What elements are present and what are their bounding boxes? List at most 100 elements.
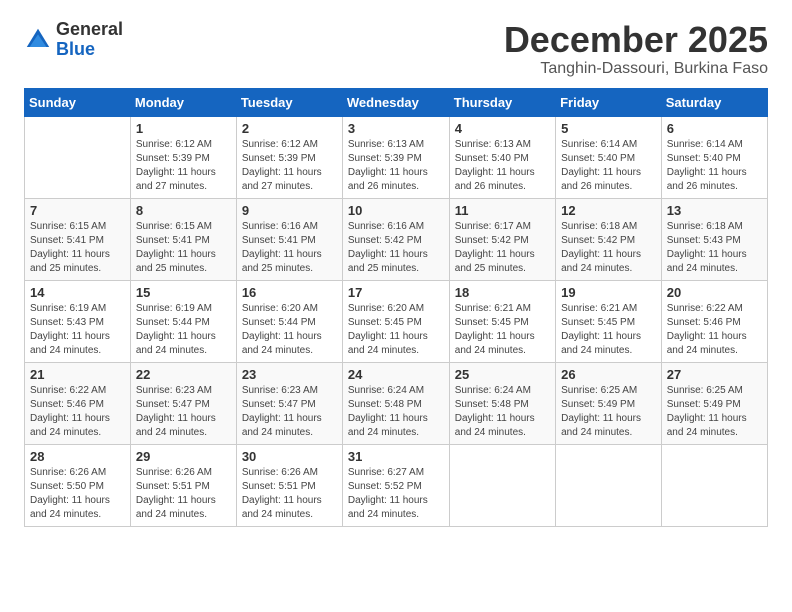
header-day-thursday: Thursday: [449, 88, 555, 116]
calendar-cell: 9Sunrise: 6:16 AM Sunset: 5:41 PM Daylig…: [236, 198, 342, 280]
calendar-week-row: 14 Sunrise: 6:19 AM Sunset: 5:43 PM Dayli…: [25, 280, 768, 362]
month-title: December 2025: [504, 20, 768, 60]
calendar-cell: [556, 444, 662, 526]
calendar-cell: 1 Sunrise: 6:12 AM Sunset: 5:39 PM Daylig…: [130, 116, 236, 198]
calendar-cell: [449, 444, 555, 526]
day-number: 26: [561, 367, 656, 382]
calendar-cell: [25, 116, 131, 198]
header-day-wednesday: Wednesday: [342, 88, 449, 116]
day-info: Sunrise: 6:25 AM Sunset: 5:49 PM Dayligh…: [667, 384, 762, 440]
day-info: Sunrise: 6:20 AM Sunset: 5:44 PM Dayligh…: [242, 302, 337, 358]
day-number: 5: [561, 121, 656, 136]
calendar-cell: 17Sunrise: 6:20 AM Sunset: 5:45 PM Dayli…: [342, 280, 449, 362]
calendar-cell: 14 Sunrise: 6:19 AM Sunset: 5:43 PM Dayli…: [25, 280, 131, 362]
day-info: Sunrise: 6:12 AM Sunset: 5:39 PM Dayligh…: [242, 138, 337, 194]
day-number: 11: [455, 203, 550, 218]
logo-general-text: General: [56, 20, 123, 40]
day-number: 7: [30, 203, 125, 218]
day-number: 17: [348, 285, 444, 300]
calendar-cell: 16Sunrise: 6:20 AM Sunset: 5:44 PM Dayli…: [236, 280, 342, 362]
day-info: Sunrise: 6:21 AM Sunset: 5:45 PM Dayligh…: [561, 302, 656, 358]
day-number: 10: [348, 203, 444, 218]
day-number: 25: [455, 367, 550, 382]
calendar-cell: 21 Sunrise: 6:22 AM Sunset: 5:46 PM Dayli…: [25, 362, 131, 444]
calendar-cell: 28Sunrise: 6:26 AM Sunset: 5:50 PM Dayli…: [25, 444, 131, 526]
day-number: 23: [242, 367, 337, 382]
header-day-saturday: Saturday: [661, 88, 767, 116]
day-info: Sunrise: 6:25 AM Sunset: 5:49 PM Dayligh…: [561, 384, 656, 440]
day-info: Sunrise: 6:24 AM Sunset: 5:48 PM Dayligh…: [348, 384, 444, 440]
calendar-cell: 6 Sunrise: 6:14 AM Sunset: 5:40 PM Daylig…: [661, 116, 767, 198]
calendar-header-row: SundayMondayTuesdayWednesdayThursdayFrid…: [25, 88, 768, 116]
calendar-week-row: 28Sunrise: 6:26 AM Sunset: 5:50 PM Dayli…: [25, 444, 768, 526]
day-number: 24: [348, 367, 444, 382]
calendar-cell: 29Sunrise: 6:26 AM Sunset: 5:51 PM Dayli…: [130, 444, 236, 526]
calendar-cell: 13Sunrise: 6:18 AM Sunset: 5:43 PM Dayli…: [661, 198, 767, 280]
calendar-cell: 2 Sunrise: 6:12 AM Sunset: 5:39 PM Daylig…: [236, 116, 342, 198]
calendar-cell: [661, 444, 767, 526]
calendar-cell: 15 Sunrise: 6:19 AM Sunset: 5:44 PM Dayli…: [130, 280, 236, 362]
calendar-cell: 25 Sunrise: 6:24 AM Sunset: 5:48 PM Dayli…: [449, 362, 555, 444]
calendar-week-row: 7 Sunrise: 6:15 AM Sunset: 5:41 PM Daylig…: [25, 198, 768, 280]
calendar-cell: 31Sunrise: 6:27 AM Sunset: 5:52 PM Dayli…: [342, 444, 449, 526]
calendar-cell: 19 Sunrise: 6:21 AM Sunset: 5:45 PM Dayli…: [556, 280, 662, 362]
day-info: Sunrise: 6:23 AM Sunset: 5:47 PM Dayligh…: [242, 384, 337, 440]
calendar-cell: 27 Sunrise: 6:25 AM Sunset: 5:49 PM Dayli…: [661, 362, 767, 444]
day-number: 28: [30, 449, 125, 464]
calendar-cell: 22 Sunrise: 6:23 AM Sunset: 5:47 PM Dayli…: [130, 362, 236, 444]
calendar-cell: 18 Sunrise: 6:21 AM Sunset: 5:45 PM Dayli…: [449, 280, 555, 362]
day-info: Sunrise: 6:23 AM Sunset: 5:47 PM Dayligh…: [136, 384, 231, 440]
calendar-cell: 30 Sunrise: 6:26 AM Sunset: 5:51 PM Dayli…: [236, 444, 342, 526]
day-number: 4: [455, 121, 550, 136]
day-info: Sunrise: 6:15 AM Sunset: 5:41 PM Dayligh…: [136, 220, 231, 276]
calendar-cell: 4Sunrise: 6:13 AM Sunset: 5:40 PM Daylig…: [449, 116, 555, 198]
day-number: 13: [667, 203, 762, 218]
day-number: 6: [667, 121, 762, 136]
day-info: Sunrise: 6:13 AM Sunset: 5:39 PM Dayligh…: [348, 138, 444, 194]
day-info: Sunrise: 6:24 AM Sunset: 5:48 PM Dayligh…: [455, 384, 550, 440]
day-number: 8: [136, 203, 231, 218]
day-info: Sunrise: 6:16 AM Sunset: 5:42 PM Dayligh…: [348, 220, 444, 276]
header-day-monday: Monday: [130, 88, 236, 116]
calendar-cell: 7 Sunrise: 6:15 AM Sunset: 5:41 PM Daylig…: [25, 198, 131, 280]
day-number: 30: [242, 449, 337, 464]
day-number: 21: [30, 367, 125, 382]
calendar-cell: 24 Sunrise: 6:24 AM Sunset: 5:48 PM Dayli…: [342, 362, 449, 444]
subtitle: Tanghin-Dassouri, Burkina Faso: [504, 60, 768, 78]
day-info: Sunrise: 6:15 AM Sunset: 5:41 PM Dayligh…: [30, 220, 125, 276]
calendar-cell: 11 Sunrise: 6:17 AM Sunset: 5:42 PM Dayli…: [449, 198, 555, 280]
day-info: Sunrise: 6:14 AM Sunset: 5:40 PM Dayligh…: [667, 138, 762, 194]
day-info: Sunrise: 6:22 AM Sunset: 5:46 PM Dayligh…: [30, 384, 125, 440]
calendar-table: SundayMondayTuesdayWednesdayThursdayFrid…: [24, 88, 768, 527]
day-info: Sunrise: 6:19 AM Sunset: 5:43 PM Dayligh…: [30, 302, 125, 358]
day-number: 2: [242, 121, 337, 136]
calendar-cell: 23 Sunrise: 6:23 AM Sunset: 5:47 PM Dayli…: [236, 362, 342, 444]
day-info: Sunrise: 6:12 AM Sunset: 5:39 PM Dayligh…: [136, 138, 231, 194]
day-info: Sunrise: 6:18 AM Sunset: 5:42 PM Dayligh…: [561, 220, 656, 276]
calendar-cell: 8 Sunrise: 6:15 AM Sunset: 5:41 PM Daylig…: [130, 198, 236, 280]
day-number: 20: [667, 285, 762, 300]
header-day-friday: Friday: [556, 88, 662, 116]
day-info: Sunrise: 6:26 AM Sunset: 5:51 PM Dayligh…: [242, 466, 337, 522]
day-info: Sunrise: 6:21 AM Sunset: 5:45 PM Dayligh…: [455, 302, 550, 358]
day-number: 18: [455, 285, 550, 300]
day-info: Sunrise: 6:22 AM Sunset: 5:46 PM Dayligh…: [667, 302, 762, 358]
day-info: Sunrise: 6:17 AM Sunset: 5:42 PM Dayligh…: [455, 220, 550, 276]
day-number: 14: [30, 285, 125, 300]
calendar-cell: 10 Sunrise: 6:16 AM Sunset: 5:42 PM Dayli…: [342, 198, 449, 280]
day-number: 1: [136, 121, 231, 136]
calendar-week-row: 21 Sunrise: 6:22 AM Sunset: 5:46 PM Dayli…: [25, 362, 768, 444]
day-number: 9: [242, 203, 337, 218]
day-info: Sunrise: 6:19 AM Sunset: 5:44 PM Dayligh…: [136, 302, 231, 358]
day-number: 22: [136, 367, 231, 382]
day-number: 15: [136, 285, 231, 300]
day-number: 19: [561, 285, 656, 300]
day-number: 27: [667, 367, 762, 382]
day-number: 31: [348, 449, 444, 464]
calendar-week-row: 1 Sunrise: 6:12 AM Sunset: 5:39 PM Daylig…: [25, 116, 768, 198]
calendar-cell: 26 Sunrise: 6:25 AM Sunset: 5:49 PM Dayli…: [556, 362, 662, 444]
header-day-sunday: Sunday: [25, 88, 131, 116]
day-info: Sunrise: 6:14 AM Sunset: 5:40 PM Dayligh…: [561, 138, 656, 194]
calendar-cell: 3Sunrise: 6:13 AM Sunset: 5:39 PM Daylig…: [342, 116, 449, 198]
logo-blue-text: Blue: [56, 40, 123, 60]
